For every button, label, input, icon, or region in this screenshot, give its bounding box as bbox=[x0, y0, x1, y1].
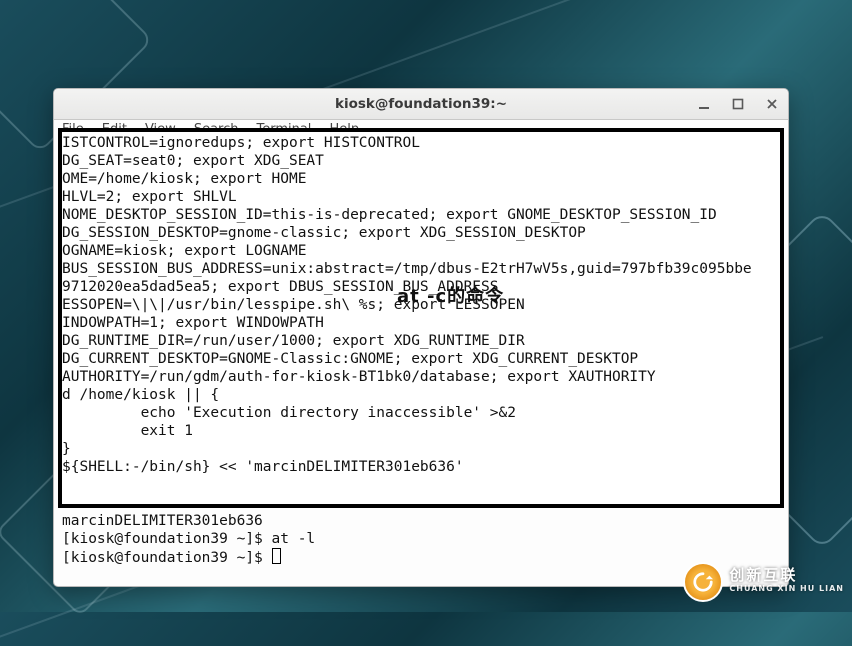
close-button[interactable] bbox=[764, 96, 780, 112]
terminal-cursor bbox=[272, 548, 281, 564]
window-title: kiosk@foundation39:~ bbox=[54, 96, 788, 112]
terminal-output[interactable]: ISTCONTROL=ignoredups; export HISTCONTRO… bbox=[58, 128, 784, 584]
watermark-logo-icon bbox=[683, 562, 723, 602]
minimize-button[interactable] bbox=[696, 96, 712, 112]
watermark-cn: 创新互联 bbox=[729, 568, 844, 582]
watermark: 创新互联 CHUANG XIN HU LIAN bbox=[683, 562, 844, 602]
watermark-en: CHUANG XIN HU LIAN bbox=[729, 582, 844, 596]
titlebar[interactable]: kiosk@foundation39:~ bbox=[54, 89, 788, 120]
terminal-area[interactable]: ISTCONTROL=ignoredups; export HISTCONTRO… bbox=[54, 142, 788, 586]
maximize-button[interactable] bbox=[730, 96, 746, 112]
terminal-window: kiosk@foundation39:~ File Edit View Sear… bbox=[53, 88, 789, 587]
minimize-icon bbox=[698, 98, 710, 110]
close-icon bbox=[766, 98, 778, 110]
maximize-icon bbox=[732, 98, 744, 110]
window-controls bbox=[696, 96, 780, 112]
